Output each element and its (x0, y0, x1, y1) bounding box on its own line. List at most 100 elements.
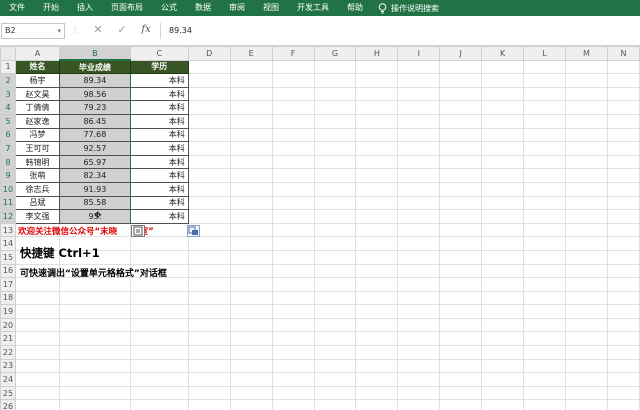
cell[interactable] (439, 59, 483, 75)
cell[interactable] (397, 331, 441, 347)
column-header-j[interactable]: J (439, 46, 483, 61)
cell[interactable] (523, 195, 567, 211)
row-header[interactable]: 1 (0, 59, 16, 75)
cell[interactable] (187, 249, 231, 265)
cell[interactable] (397, 222, 441, 238)
row-header[interactable]: 14 (0, 236, 16, 251)
cell[interactable] (271, 181, 315, 197)
cell[interactable] (481, 86, 525, 102)
score-cell[interactable]: 82.34 (58, 168, 131, 183)
cell[interactable] (523, 73, 567, 88)
cell[interactable] (606, 385, 640, 401)
cell[interactable] (439, 317, 483, 333)
cell[interactable] (397, 249, 441, 265)
cell[interactable] (397, 317, 441, 333)
name-cell[interactable]: 赵文昊 (14, 86, 60, 102)
cell[interactable] (14, 304, 60, 319)
cell[interactable] (565, 154, 608, 170)
tab-help[interactable]: 帮助 (338, 0, 372, 16)
cell[interactable] (439, 141, 483, 156)
cell[interactable] (481, 317, 525, 333)
education-cell[interactable]: 本科 (129, 181, 189, 197)
cell[interactable] (606, 100, 640, 115)
cell[interactable] (271, 127, 315, 143)
education-cell[interactable]: 本科 (129, 100, 189, 115)
cell[interactable] (271, 290, 315, 306)
cell[interactable] (397, 263, 441, 279)
table-header-cell[interactable]: 姓名 (14, 59, 60, 75)
cell[interactable] (313, 181, 357, 197)
row-header[interactable]: 16 (0, 263, 16, 279)
cell[interactable] (129, 331, 189, 347)
column-header-f[interactable]: F (271, 46, 315, 61)
cell[interactable] (14, 345, 60, 360)
name-cell[interactable]: 李文强 (14, 209, 60, 224)
cell[interactable] (355, 100, 399, 115)
cell[interactable] (565, 249, 608, 265)
cell[interactable] (397, 181, 441, 197)
cell[interactable] (313, 209, 357, 224)
cell[interactable] (397, 209, 441, 224)
cell[interactable] (606, 399, 640, 410)
cell[interactable] (271, 345, 315, 360)
cell[interactable] (397, 304, 441, 319)
cell[interactable] (229, 290, 273, 306)
cell[interactable] (313, 73, 357, 88)
cell[interactable] (481, 168, 525, 183)
cell[interactable] (313, 168, 357, 183)
tell-me-search[interactable]: 操作说明搜索 (372, 2, 439, 14)
cell[interactable] (58, 331, 131, 347)
cell[interactable] (565, 358, 608, 374)
cell[interactable] (397, 100, 441, 115)
cell[interactable] (397, 372, 441, 387)
tab-home[interactable]: 开始 (34, 0, 68, 16)
cell[interactable] (439, 100, 483, 115)
cell[interactable] (439, 263, 483, 279)
name-box[interactable]: B2 ▾ (1, 23, 65, 39)
cell[interactable] (565, 195, 608, 211)
cell[interactable] (14, 290, 60, 306)
select-all-corner[interactable] (0, 46, 16, 61)
cell[interactable] (187, 86, 231, 102)
cell[interactable] (565, 100, 608, 115)
cell[interactable] (271, 59, 315, 75)
cell[interactable] (313, 195, 357, 211)
cell[interactable] (271, 249, 315, 265)
education-cell[interactable]: 本科 (129, 127, 189, 143)
cell[interactable] (129, 290, 189, 306)
cell[interactable] (355, 372, 399, 387)
cell[interactable] (523, 372, 567, 387)
cell[interactable] (229, 73, 273, 88)
cell[interactable] (439, 86, 483, 102)
cell[interactable] (229, 181, 273, 197)
cell[interactable] (271, 385, 315, 401)
cell[interactable] (58, 317, 131, 333)
score-cell[interactable]: 91.93 (58, 181, 131, 197)
column-header-e[interactable]: E (229, 46, 273, 61)
cell[interactable] (439, 181, 483, 197)
cell[interactable] (523, 277, 567, 292)
cell[interactable] (606, 304, 640, 319)
column-header-b[interactable]: B (58, 46, 131, 62)
cell[interactable] (606, 331, 640, 347)
tab-review[interactable]: 审阅 (220, 0, 254, 16)
column-header-c[interactable]: C (129, 46, 189, 61)
cell[interactable] (523, 263, 567, 279)
column-header-m[interactable]: M (565, 46, 608, 61)
cell[interactable] (313, 236, 357, 251)
cell[interactable] (397, 290, 441, 306)
cell[interactable] (397, 86, 441, 102)
cell[interactable] (271, 317, 315, 333)
score-cell[interactable]: 65.97 (58, 154, 131, 170)
cell[interactable] (187, 399, 231, 410)
cell[interactable] (565, 168, 608, 183)
tab-page-layout[interactable]: 页面布局 (102, 0, 152, 16)
cell[interactable] (187, 195, 231, 211)
row-header[interactable]: 4 (0, 100, 16, 115)
cell[interactable] (313, 127, 357, 143)
cell[interactable] (187, 127, 231, 143)
name-cell[interactable]: 冯梦 (14, 127, 60, 143)
cell[interactable] (14, 385, 60, 401)
cell[interactable] (313, 372, 357, 387)
formula-input[interactable]: 89.34 (160, 23, 638, 39)
